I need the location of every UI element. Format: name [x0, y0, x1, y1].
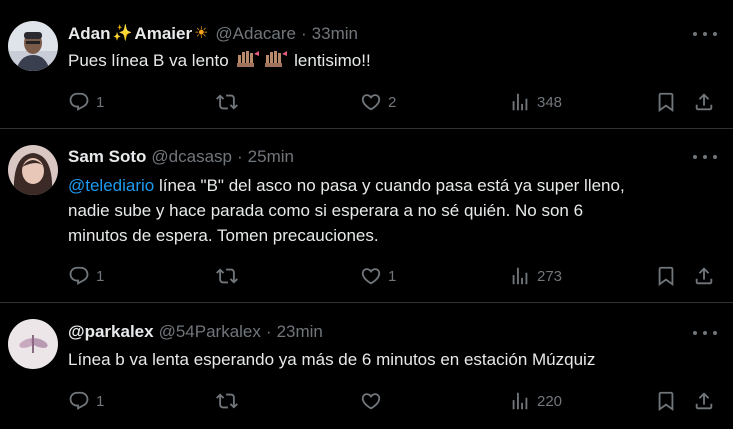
- separator-dot: ·: [300, 24, 307, 43]
- tweet-text: Línea b va lenta esperando ya más de 6 m…: [68, 350, 596, 369]
- like-count: 2: [388, 93, 397, 111]
- user-handle[interactable]: @dcasasp: [151, 147, 232, 167]
- reply-button[interactable]: 1: [68, 389, 104, 413]
- views-icon: [509, 91, 531, 113]
- reply-button[interactable]: 1: [68, 264, 104, 288]
- views-button[interactable]: 348: [509, 90, 562, 114]
- tweet-text-part: lentisimo!!: [294, 51, 371, 70]
- tweet[interactable]: Adan ✨ Amaier ☀ @Adacare · 33min Pues lí…: [0, 0, 733, 129]
- tweet-feed: Adan ✨ Amaier ☀ @Adacare · 33min Pues lí…: [0, 0, 733, 429]
- tweet-text: Pues línea B va lento lentisimo!!: [68, 48, 709, 73]
- like-icon: [360, 91, 382, 113]
- reply-count: 1: [96, 392, 105, 410]
- tweet-actions: 1 2 348: [68, 90, 718, 114]
- views-icon: [509, 265, 531, 287]
- retweet-icon: [216, 265, 238, 287]
- view-count: 220: [537, 392, 563, 410]
- tweet-text-part: línea "B" del asco no pasa y cuando pasa…: [154, 176, 625, 195]
- reply-button[interactable]: 1: [68, 90, 104, 114]
- reply-count: 1: [96, 93, 105, 111]
- user-handle[interactable]: @54Parkalex: [159, 322, 261, 342]
- bookmark-icon: [655, 91, 677, 113]
- view-count: 273: [537, 267, 563, 285]
- like-button[interactable]: [360, 389, 388, 413]
- avatar[interactable]: [8, 145, 58, 195]
- mention-link[interactable]: @telediario: [68, 176, 154, 195]
- bookmark-icon: [655, 265, 677, 287]
- share-icon: [693, 265, 715, 287]
- share-icon: [693, 91, 715, 113]
- like-count: 1: [388, 267, 397, 285]
- display-name[interactable]: Sam Soto: [68, 147, 146, 167]
- tweet[interactable]: Sam Soto @dcasasp · 25min @telediario lí…: [0, 129, 733, 303]
- raised-hand-emoji: [262, 49, 288, 69]
- sparkles-emoji: ✨: [112, 25, 133, 42]
- sun-emoji: ☀: [194, 25, 209, 42]
- bookmark-button[interactable]: [655, 90, 677, 114]
- reply-icon: [68, 390, 90, 412]
- views-icon: [509, 390, 531, 412]
- like-button[interactable]: 2: [360, 90, 396, 114]
- tweet-header: Sam Soto @dcasasp · 25min: [68, 147, 693, 167]
- timestamp[interactable]: 25min: [248, 147, 294, 167]
- tweet-text-line: @telediario línea "B" del asco no pasa y…: [68, 173, 709, 198]
- views-button[interactable]: 273: [509, 264, 562, 288]
- tweet-actions: 1 220: [68, 389, 718, 413]
- tweet-text-part: Pues línea B va lento: [68, 51, 229, 70]
- bookmark-button[interactable]: [655, 389, 677, 413]
- more-icon[interactable]: [693, 323, 717, 343]
- retweet-button[interactable]: [216, 389, 244, 413]
- views-button[interactable]: 220: [509, 389, 562, 413]
- tweet-text-line: nadie sube y hace parada como si esperar…: [68, 201, 584, 220]
- like-icon: [360, 390, 382, 412]
- like-button[interactable]: 1: [360, 264, 396, 288]
- share-icon: [693, 390, 715, 412]
- separator-dot: ·: [265, 322, 272, 341]
- view-count: 348: [537, 93, 563, 111]
- like-icon: [360, 265, 382, 287]
- tweet[interactable]: @parkalex @54Parkalex · 23min Línea b va…: [0, 303, 733, 429]
- timestamp[interactable]: 33min: [312, 24, 358, 44]
- avatar[interactable]: [8, 319, 58, 369]
- user-handle[interactable]: @Adacare: [215, 24, 296, 44]
- share-button[interactable]: [693, 389, 715, 413]
- tweet-actions: 1 1 273: [68, 264, 718, 288]
- more-icon[interactable]: [693, 147, 717, 167]
- avatar[interactable]: [8, 21, 58, 71]
- timestamp[interactable]: 23min: [277, 322, 323, 342]
- more-icon[interactable]: [693, 24, 717, 44]
- reply-icon: [68, 265, 90, 287]
- share-button[interactable]: [693, 264, 715, 288]
- tweet-header: @parkalex @54Parkalex · 23min: [68, 322, 693, 342]
- retweet-icon: [216, 390, 238, 412]
- reply-icon: [68, 91, 90, 113]
- separator-dot: ·: [236, 147, 243, 166]
- bookmark-button[interactable]: [655, 264, 677, 288]
- tweet-text-line: minutos de espera. Tomen precauciones.: [68, 226, 379, 245]
- retweet-icon: [216, 91, 238, 113]
- tweet-text: @telediario línea "B" del asco no pasa y…: [68, 173, 709, 248]
- reply-count: 1: [96, 267, 105, 285]
- display-name-suffix[interactable]: Amaier: [134, 24, 192, 44]
- retweet-button[interactable]: [216, 264, 244, 288]
- display-name[interactable]: Adan: [68, 24, 111, 44]
- display-name[interactable]: @parkalex: [68, 322, 154, 342]
- raised-hand-emoji: [234, 49, 260, 69]
- bookmark-icon: [655, 390, 677, 412]
- retweet-button[interactable]: [216, 90, 244, 114]
- share-button[interactable]: [693, 90, 715, 114]
- tweet-header: Adan ✨ Amaier ☀ @Adacare · 33min: [68, 24, 693, 44]
